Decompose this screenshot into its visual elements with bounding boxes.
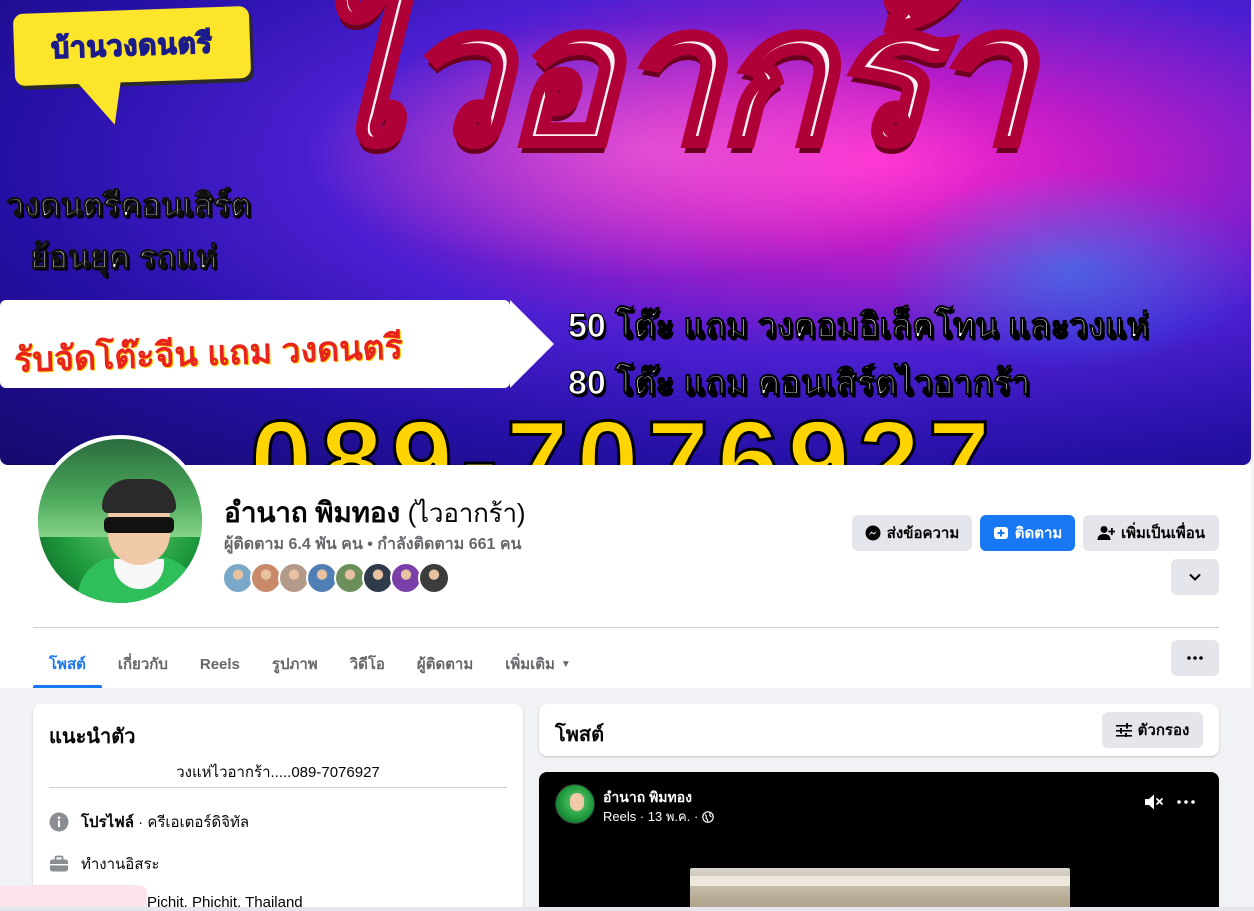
intro-card: แนะนำตัว วงแห่ไวอากร้า.....089-7076927 โ… [33, 704, 523, 911]
cover-phone: 089-7076927 [248, 398, 999, 465]
tab-videos[interactable]: วิดีโอ [334, 640, 401, 688]
expand-button[interactable] [1171, 559, 1219, 595]
tab-label: ผู้ติดตาม [416, 656, 474, 673]
more-options-button[interactable] [1171, 640, 1219, 676]
profile-tabs: โพสต์ เกี่ยวกับ Reels รูปภาพ วิดีโอ ผู้ต… [33, 640, 587, 688]
chevron-down-icon [1188, 570, 1202, 584]
tab-followers[interactable]: ผู้ติดตาม [401, 640, 489, 688]
intro-profile-label: โปรไฟล์ [81, 814, 134, 831]
mute-icon[interactable] [1143, 792, 1165, 812]
tab-label: เพิ่มเติม [505, 656, 555, 673]
info-icon [49, 812, 69, 832]
post-meta-text: Reels · 13 พ.ค. · [603, 809, 699, 824]
add-friend-icon [1097, 525, 1115, 541]
more-dots-icon [1187, 656, 1203, 660]
add-friend-button[interactable]: เพิ่มเป็นเพื่อน [1083, 515, 1219, 551]
tab-about[interactable]: เกี่ยวกับ [102, 640, 184, 688]
messenger-icon [865, 525, 881, 541]
intro-divider [49, 787, 507, 788]
intro-profile-row: โปรไฟล์ · ครีเอเตอร์ดิจิทัล [49, 810, 249, 834]
caret-down-icon: ▼ [560, 658, 571, 670]
filter-button[interactable]: ตัวกรอง [1102, 712, 1203, 748]
post-meta: Reels · 13 พ.ค. · [603, 806, 715, 827]
intro-work-row: ทำงานอิสระ [49, 852, 160, 876]
message-button[interactable]: ส่งข้อความ [852, 515, 972, 551]
intro-title: แนะนำตัว [49, 726, 136, 748]
bottom-scroll-edge [0, 907, 1254, 911]
tab-label: Reels [199, 655, 240, 673]
tab-more[interactable]: เพิ่มเติม ▼ [489, 640, 587, 688]
message-button-label: ส่งข้อความ [886, 525, 960, 542]
intro-work: ทำงานอิสระ [81, 856, 160, 873]
reel-post[interactable]: อำนาถ พิมทอง Reels · 13 พ.ค. · [539, 772, 1219, 911]
avatar-face [570, 793, 584, 811]
avatar-hair [102, 479, 176, 513]
mutual-friends-avatars[interactable] [222, 562, 450, 594]
friend-avatar[interactable] [418, 562, 450, 594]
follow-button-label: ติดตาม [1014, 525, 1063, 542]
tab-label: เกี่ยวกับ [117, 656, 168, 673]
tab-reels[interactable]: Reels [184, 640, 256, 688]
header-divider [33, 627, 1219, 628]
follow-stats[interactable]: ผู้ติดตาม 6.4 พัน คน • กำลังติดตาม 661 ค… [224, 532, 522, 557]
cover-line1: วงดนตรีคอนเสิร์ต [5, 187, 252, 224]
briefcase-icon [49, 854, 69, 874]
add-friend-button-label: เพิ่มเป็นเพื่อน [1120, 525, 1206, 542]
profile-name-text: อำนาถ พิมทอง [224, 497, 400, 528]
filter-icon [1115, 723, 1132, 737]
reel-video-thumbnail[interactable] [690, 868, 1070, 911]
follow-icon [993, 525, 1009, 541]
tab-posts[interactable]: โพสต์ [33, 640, 102, 688]
profile-alt-name: (ไวอากร้า) [407, 498, 526, 528]
cover-promo-1: 50 โต๊ะ แถม วงคอมอิเล็คโทน และวงแห่ [568, 307, 1150, 346]
tab-label: รูปภาพ [271, 656, 318, 673]
profile-avatar[interactable] [34, 435, 206, 607]
cover-sticker-text: บ้านวงดนตรี [50, 26, 214, 64]
post-options-icon[interactable] [1177, 800, 1195, 804]
tab-photos[interactable]: รูปภาพ [256, 640, 334, 688]
posts-title: โพสต์ [555, 724, 605, 746]
globe-icon [702, 810, 715, 823]
cover-line2: ย้อนยุค รถแห่ [29, 239, 218, 276]
cover-title: ไวอากร้า [307, 0, 1036, 183]
cover-sticker: บ้านวงดนตรี [12, 5, 252, 87]
follow-button[interactable]: ติดตาม [980, 515, 1075, 551]
tab-label: วิดีโอ [349, 656, 385, 673]
post-author-avatar[interactable] [555, 784, 595, 824]
intro-bio: วงแห่ไวอากร้า.....089-7076927 [176, 764, 380, 781]
cover-photo[interactable]: บ้านวงดนตรี ไวอากร้า วงดนตรีคอนเสิร์ต ย้… [0, 0, 1251, 465]
profile-name: อำนาถ พิมทอง (ไวอากร้า) [224, 491, 526, 535]
filter-button-label: ตัวกรอง [1137, 722, 1190, 739]
video-frame-detail [690, 876, 1070, 886]
tab-label: โพสต์ [49, 656, 86, 673]
intro-profile-value: · ครีเอเตอร์ดิจิทัล [134, 814, 250, 831]
avatar-sunglasses [104, 517, 174, 533]
